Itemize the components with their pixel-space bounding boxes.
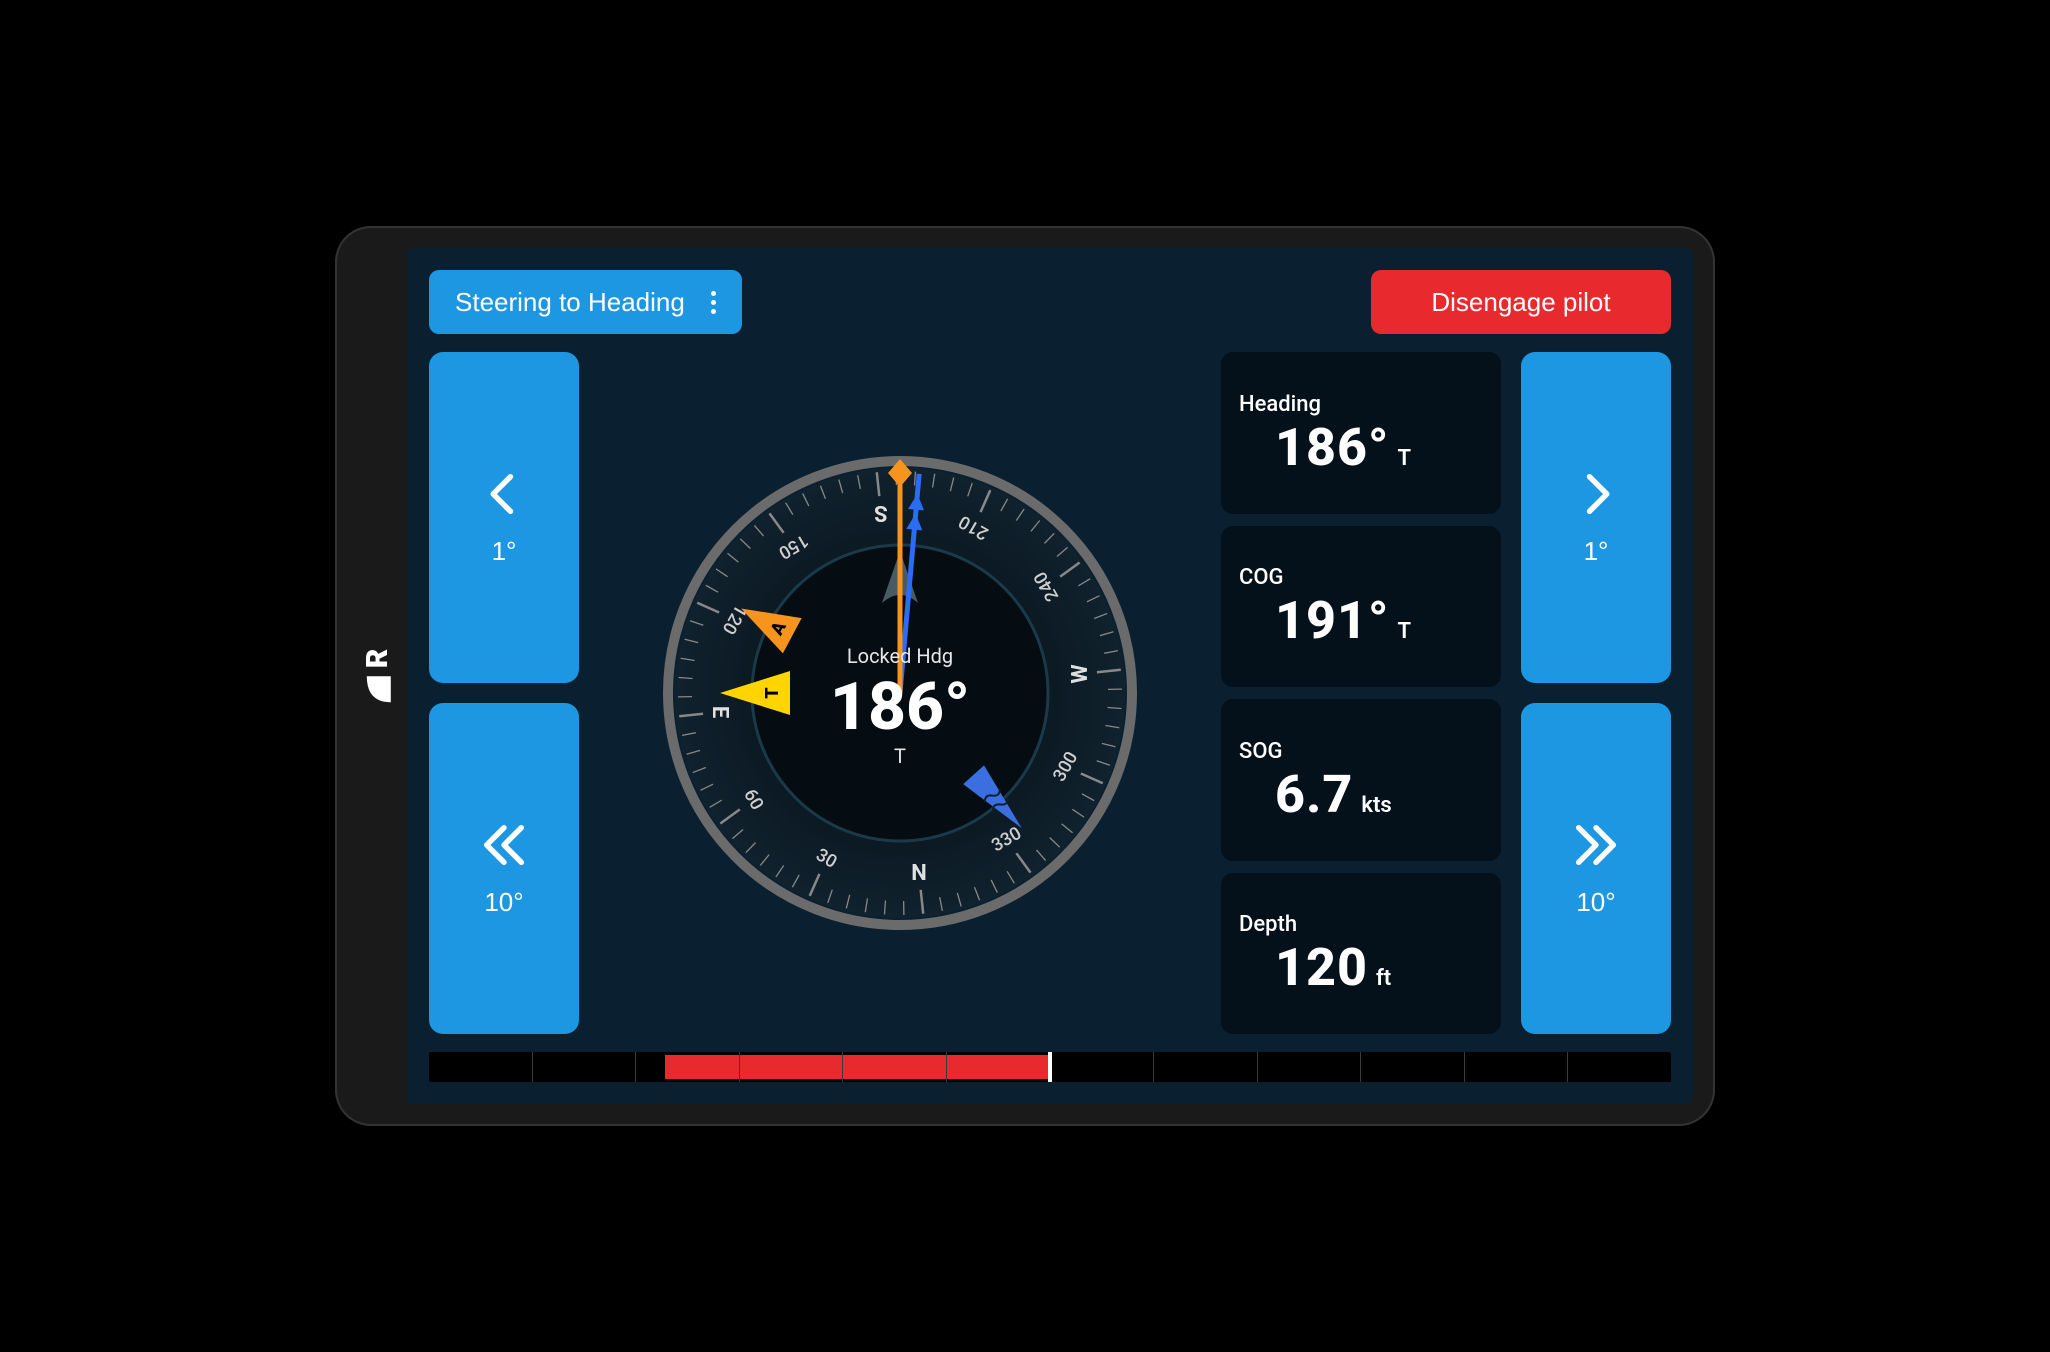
heading-unit: T [1397, 446, 1411, 471]
depth-value: 120 [1275, 937, 1368, 998]
chevron-double-right-icon [1570, 819, 1622, 871]
svg-text:S: S [874, 500, 888, 525]
adjust-left-10-button[interactable]: 10° [429, 703, 579, 1034]
heading-value: 186° [1275, 417, 1389, 478]
svg-text:T: T [762, 687, 783, 699]
adjust-right-1-button[interactable]: 1° [1521, 352, 1671, 683]
kebab-icon [711, 291, 716, 314]
depth-label: Depth [1239, 912, 1483, 937]
adjust-right-10-button[interactable]: 10° [1521, 703, 1671, 1034]
top-bar: Steering to Heading Disengage pilot [429, 270, 1671, 334]
left-adjust-column: 1° 10° [429, 352, 579, 1034]
adjust-left-1-label: 1° [492, 536, 517, 567]
sog-label: SOG [1239, 739, 1483, 764]
sog-value: 6.7 [1275, 764, 1353, 825]
compass-rose[interactable]: 3060120150210240300330 NESW [660, 453, 1140, 933]
brand-logo: R [360, 648, 395, 705]
heading-card[interactable]: Heading 186° T [1221, 352, 1501, 514]
disengage-label: Disengage pilot [1431, 287, 1610, 318]
cog-card[interactable]: COG 191° T [1221, 526, 1501, 688]
right-adjust-column: 1° 10° [1521, 352, 1671, 1034]
chevron-double-left-icon [478, 819, 530, 871]
screen: Steering to Heading Disengage pilot 1° [407, 248, 1693, 1104]
compass-center-label: Locked Hdg [847, 644, 953, 668]
compass-center-unit: T [894, 744, 906, 768]
svg-text:N: N [911, 861, 927, 886]
steering-mode-button[interactable]: Steering to Heading [429, 270, 742, 334]
depth-unit: ft [1376, 966, 1391, 991]
chevron-left-icon [478, 468, 530, 520]
adjust-right-1-label: 1° [1584, 536, 1609, 567]
adjust-left-1-button[interactable]: 1° [429, 352, 579, 683]
sog-unit: kts [1361, 793, 1391, 818]
brand-icon [362, 674, 392, 704]
cog-value: 191° [1275, 590, 1389, 651]
tablet-frame: R Steering to Heading Disengage pilot 1° [335, 226, 1715, 1126]
depth-card[interactable]: Depth 120 ft [1221, 873, 1501, 1035]
compass-container: 3060120150210240300330 NESW [599, 352, 1201, 1034]
disengage-pilot-button[interactable]: Disengage pilot [1371, 270, 1671, 334]
svg-text:E: E [707, 706, 732, 718]
adjust-left-10-label: 10° [484, 887, 523, 918]
rudder-center-marker [1048, 1052, 1052, 1082]
main-area: 1° 10° [429, 352, 1671, 1034]
steering-mode-label: Steering to Heading [455, 287, 685, 318]
cog-label: COG [1239, 565, 1483, 590]
chevron-right-icon [1570, 468, 1622, 520]
adjust-right-10-label: 10° [1576, 887, 1615, 918]
data-column: Heading 186° T COG 191° T SOG [1221, 352, 1501, 1034]
rudder-bar [429, 1052, 1671, 1082]
sog-card[interactable]: SOG 6.7 kts [1221, 699, 1501, 861]
svg-text:W: W [1068, 664, 1093, 683]
brand-letter: R [360, 648, 395, 669]
heading-label: Heading [1239, 392, 1483, 417]
compass-center-value: 186° [830, 669, 970, 746]
cog-unit: T [1397, 619, 1411, 644]
